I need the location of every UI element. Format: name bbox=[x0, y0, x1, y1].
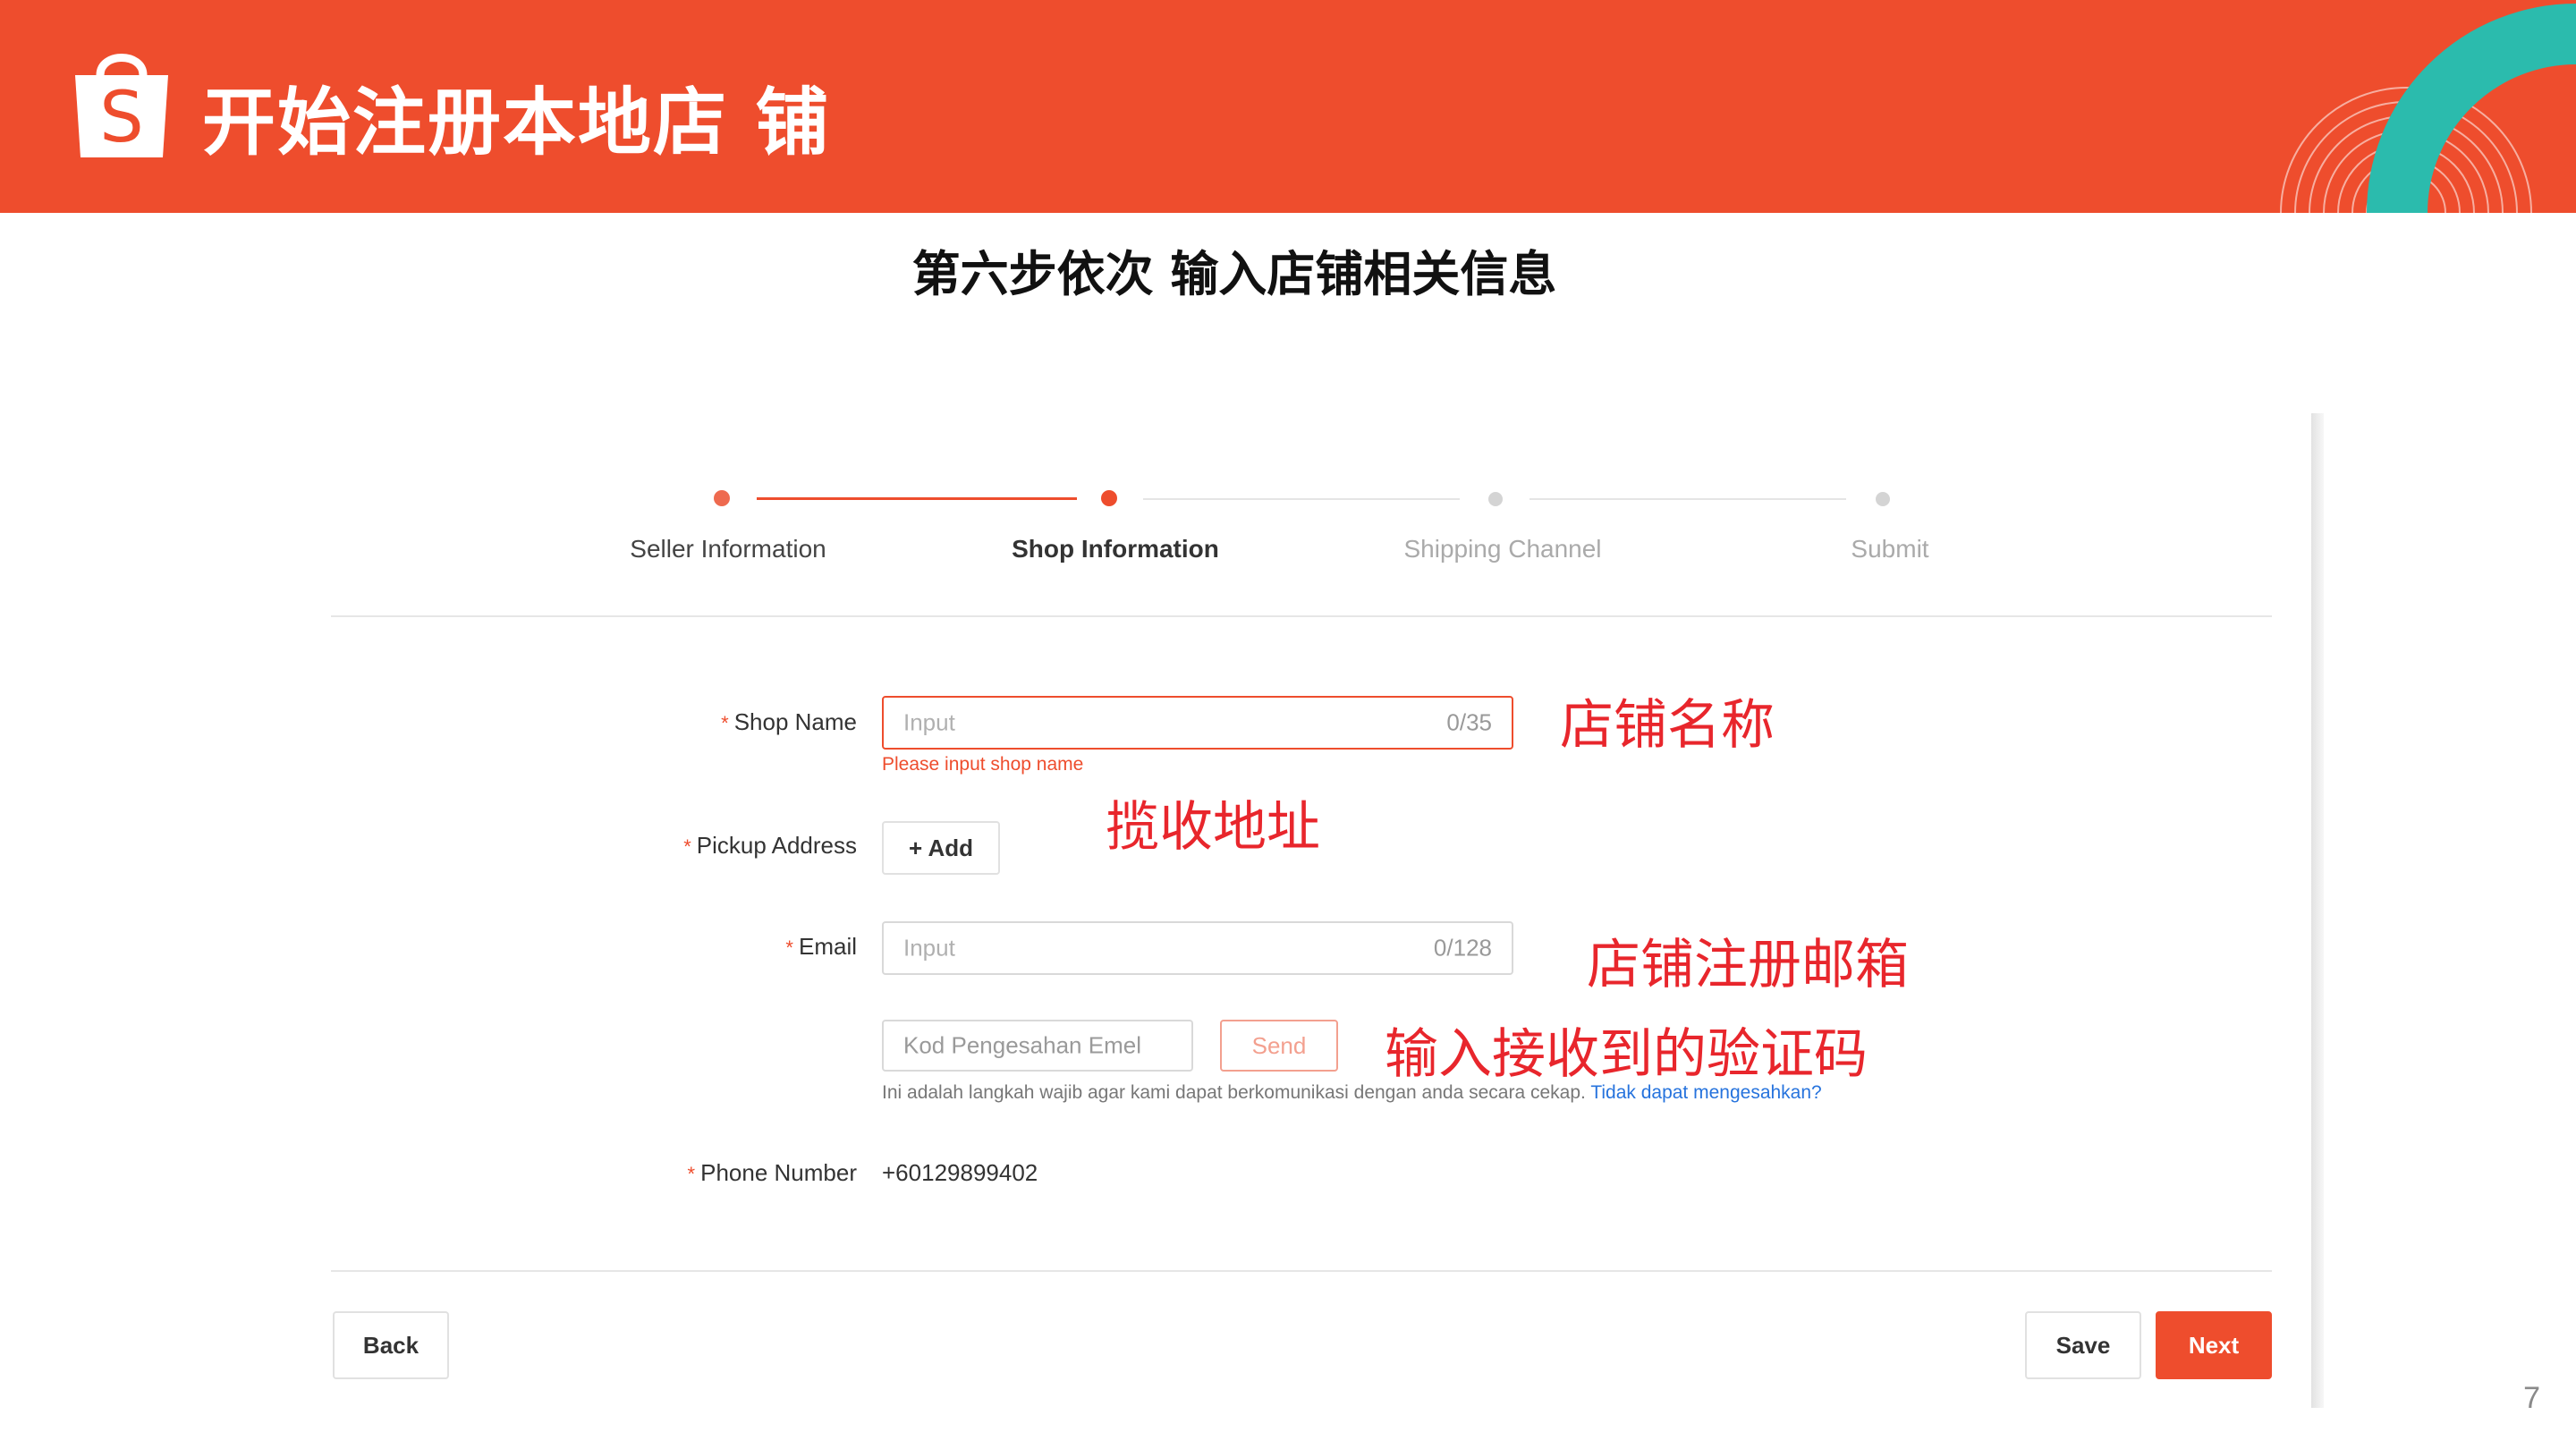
annotation-code: 输入接收到的验证码 bbox=[1385, 1023, 1868, 1086]
page-number: 7 bbox=[2523, 1381, 2540, 1415]
add-pickup-address-button[interactable]: + Add bbox=[882, 821, 1000, 875]
cannot-verify-link[interactable]: Tidak dapat mengesahkan? bbox=[1590, 1082, 1821, 1103]
pickup-address-label: * Pickup Address bbox=[683, 832, 857, 859]
page-title: 开始注册本地店 铺 bbox=[202, 80, 831, 165]
annotation-shop-name: 店铺名称 bbox=[1560, 694, 1775, 757]
step-connector-1 bbox=[757, 497, 1077, 500]
step-label-submit: Submit bbox=[1851, 535, 1929, 563]
verification-code-placeholder: Kod Pengesahan Emel bbox=[903, 1031, 1141, 1059]
logo-letter: S bbox=[99, 78, 144, 158]
verification-note: Ini adalah langkah wajib agar kami dapat… bbox=[882, 1082, 1822, 1103]
email-label: * Email bbox=[785, 933, 857, 960]
header-banner: S 开始注册本地店 铺 bbox=[0, 0, 2576, 213]
step-instruction: 第六步依次 输入店铺相关信息 bbox=[911, 246, 1557, 302]
step-label-shop: Shop Information bbox=[1012, 535, 1219, 563]
back-button[interactable]: Back bbox=[333, 1311, 449, 1379]
step-label-seller: Seller Information bbox=[630, 535, 826, 563]
phone-number-value: +60129899402 bbox=[882, 1159, 1038, 1186]
email-counter: 0/128 bbox=[1433, 934, 1492, 962]
shop-name-input[interactable]: Input 0/35 bbox=[882, 696, 1513, 750]
step-connector-3 bbox=[1530, 498, 1846, 500]
shopee-bag-icon: S bbox=[75, 54, 168, 158]
save-button[interactable]: Save bbox=[2025, 1311, 2141, 1379]
send-code-button[interactable]: Send bbox=[1220, 1020, 1338, 1072]
shop-name-error: Please input shop name bbox=[882, 754, 1084, 775]
divider-top bbox=[331, 615, 2272, 617]
shop-name-counter: 0/35 bbox=[1446, 708, 1492, 736]
divider-bottom bbox=[331, 1270, 2272, 1272]
verification-code-input[interactable]: Kod Pengesahan Emel bbox=[882, 1020, 1193, 1072]
next-button[interactable]: Next bbox=[2156, 1311, 2272, 1379]
shop-name-label: * Shop Name bbox=[721, 708, 857, 735]
shop-name-placeholder: Input bbox=[903, 708, 955, 736]
phone-number-label: * Phone Number bbox=[687, 1159, 857, 1186]
email-placeholder: Input bbox=[903, 934, 955, 962]
annotation-pickup: 揽收地址 bbox=[1106, 796, 1320, 859]
panel-edge bbox=[2311, 413, 2324, 1408]
step-dot-4 bbox=[1876, 492, 1890, 506]
step-label-shipping: Shipping Channel bbox=[1403, 535, 1602, 563]
decorative-arcs bbox=[2280, 4, 2576, 213]
step-dot-1 bbox=[714, 490, 730, 506]
annotation-email: 店铺注册邮箱 bbox=[1587, 934, 1909, 996]
step-dot-2 bbox=[1101, 490, 1117, 506]
slide: S 开始注册本地店 铺 第六步依次 输入店铺相关信息 Seller Inform… bbox=[0, 0, 2576, 1449]
email-input[interactable]: Input 0/128 bbox=[882, 921, 1513, 975]
step-connector-2 bbox=[1143, 498, 1460, 500]
step-dot-3 bbox=[1488, 492, 1503, 506]
